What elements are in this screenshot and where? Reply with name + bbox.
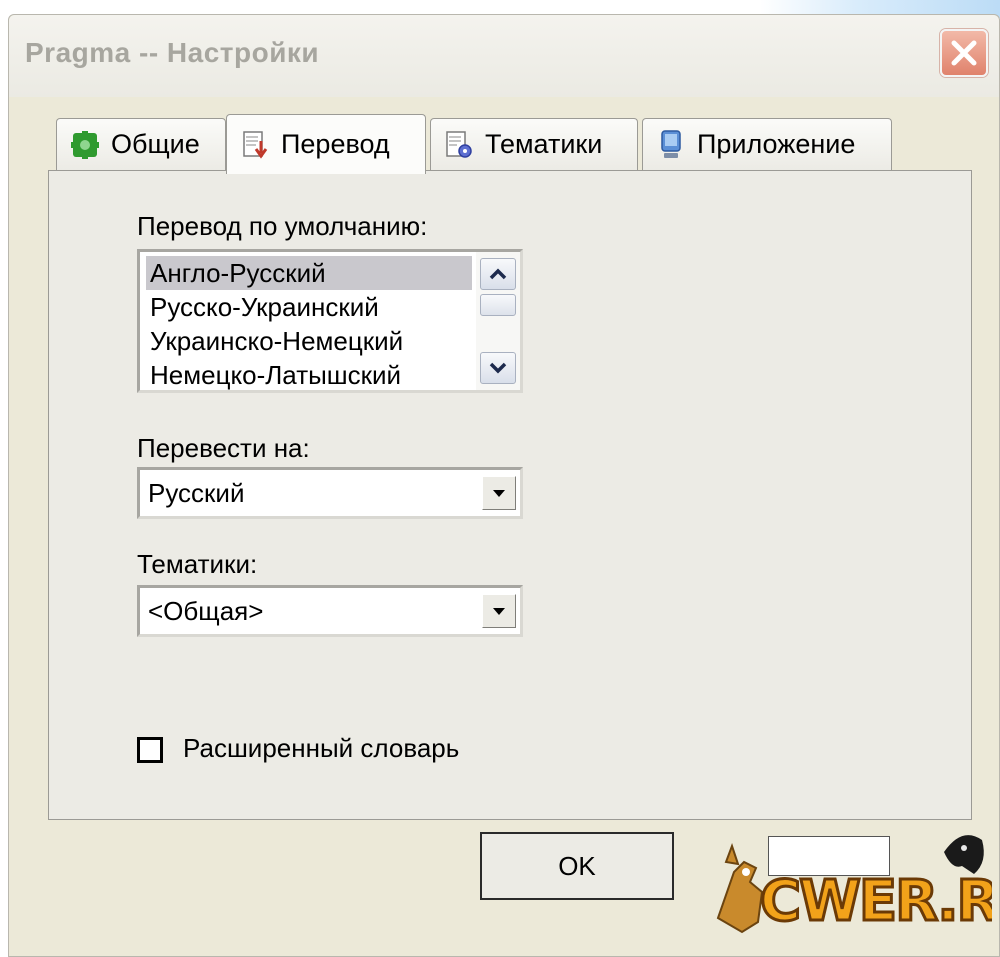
listbox-scrollbar[interactable] — [476, 252, 520, 390]
extended-dictionary-label[interactable]: Расширенный словарь — [183, 733, 459, 764]
tab-topics-label: Тематики — [485, 129, 603, 159]
list-item[interactable]: Англо-Русский — [146, 256, 472, 290]
scroll-thumb[interactable] — [480, 294, 516, 316]
topics-value: <Общая> — [148, 596, 264, 626]
translate-to-dropdown-button[interactable] — [482, 476, 516, 510]
scroll-up-button[interactable] — [480, 258, 516, 290]
document-gear-icon — [446, 130, 472, 158]
default-translation-label: Перевод по умолчанию: — [137, 211, 428, 241]
extended-dictionary-checkbox[interactable] — [137, 737, 163, 763]
translate-to-label: Перевести на: — [137, 433, 310, 463]
tab-application[interactable]: Приложение — [642, 118, 892, 170]
gear-puzzle-icon — [71, 130, 99, 159]
tab-topics[interactable]: Тематики — [430, 118, 638, 170]
tab-panel-translation: Перевод по умолчанию: Англо-Русский Русс… — [48, 170, 972, 820]
window-title: Pragma -- Настройки — [25, 37, 320, 68]
document-arrow-icon — [243, 130, 268, 159]
close-button[interactable] — [940, 29, 988, 77]
tab-application-label: Приложение — [697, 129, 856, 159]
chevron-up-icon — [489, 268, 507, 280]
translate-to-value: Русский — [148, 478, 245, 508]
dropdown-arrow-icon — [493, 608, 505, 615]
title-bar[interactable]: Pragma -- Настройки — [9, 15, 999, 97]
list-item[interactable]: Русско-Украинский — [146, 290, 472, 324]
topics-select[interactable]: <Общая> — [137, 585, 523, 637]
default-translation-listbox[interactable]: Англо-Русский Русско-Украинский Украинск… — [137, 249, 523, 393]
tab-translation[interactable]: Перевод — [226, 114, 426, 174]
tab-translation-label: Перевод — [281, 129, 390, 159]
list-item[interactable]: Украинско-Немецкий — [146, 324, 472, 358]
ok-button[interactable]: OK — [480, 832, 674, 900]
computer-icon — [661, 129, 681, 158]
cwer-logo-text: CWER.RU — [760, 869, 992, 934]
list-item[interactable]: Немецко-Латышский — [146, 358, 472, 392]
chevron-down-icon — [489, 362, 507, 374]
dropdown-arrow-icon — [493, 490, 505, 497]
translate-to-select[interactable]: Русский — [137, 467, 523, 519]
scroll-down-button[interactable] — [480, 352, 516, 384]
close-icon — [951, 40, 977, 66]
tab-general[interactable]: Общие — [56, 118, 226, 170]
cwer-logo: CWER.RU — [716, 835, 992, 936]
topics-label: Тематики: — [137, 549, 258, 579]
tab-general-label: Общие — [111, 129, 200, 159]
topics-dropdown-button[interactable] — [482, 594, 516, 628]
ok-button-label: OK — [558, 850, 596, 881]
